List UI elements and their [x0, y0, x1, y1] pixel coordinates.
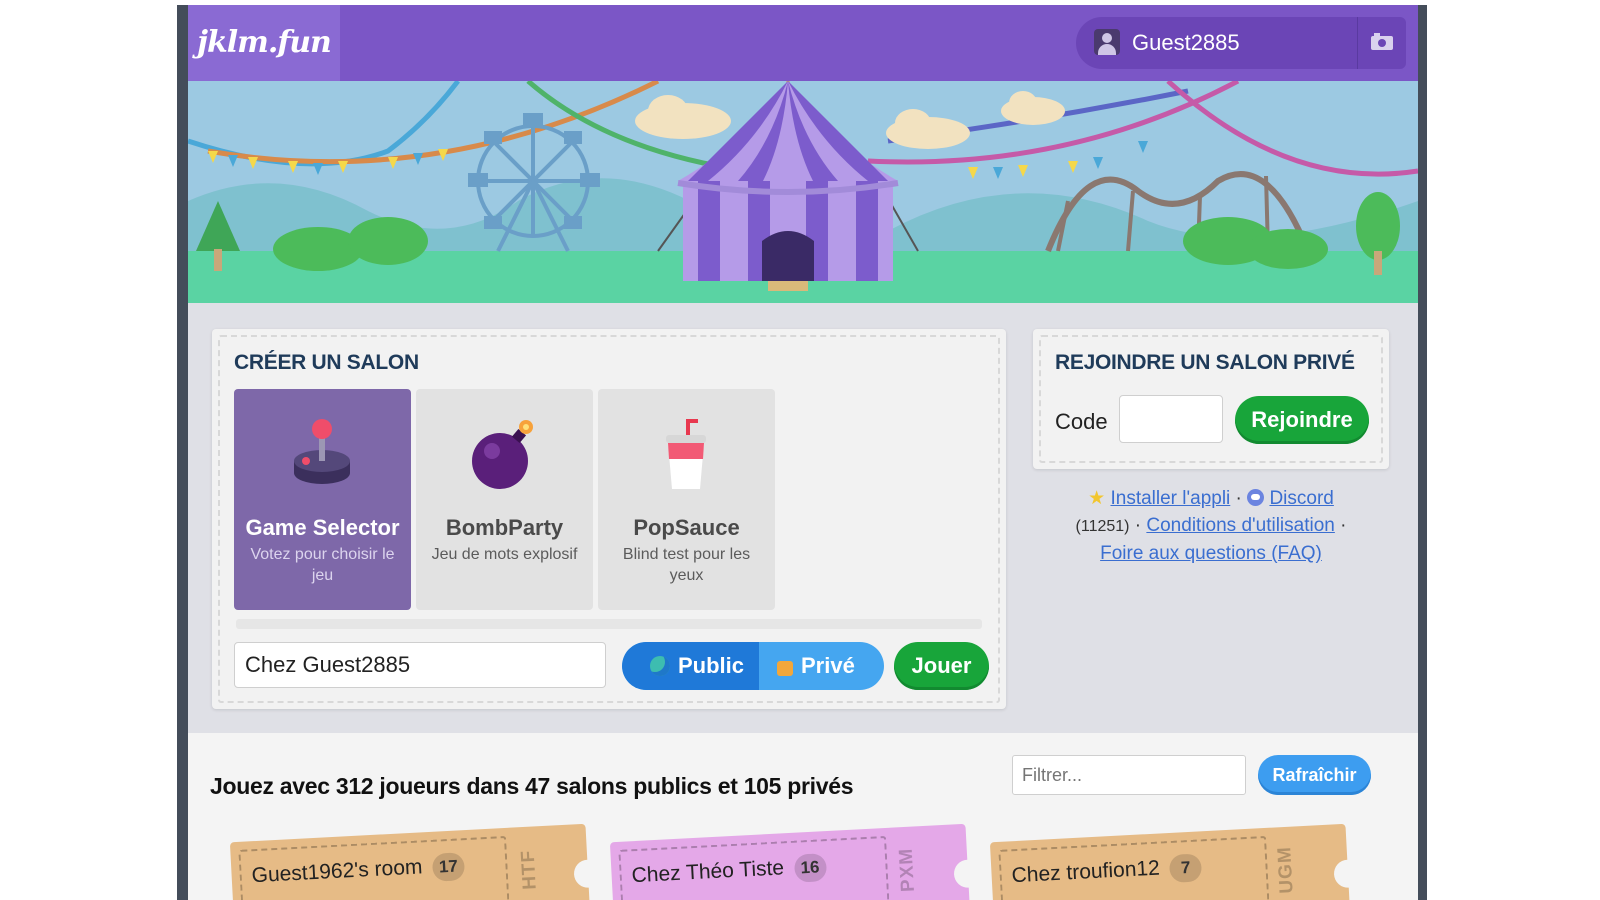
star-icon: ★ — [1088, 488, 1106, 509]
public-rooms-section: Jouez avec 312 joueurs dans 47 salons pu… — [188, 733, 1418, 900]
game-description: Jeu de mots explosif — [431, 546, 578, 563]
game-card-game-selector[interactable]: Game Selector Votez pour choisir le jeu — [234, 389, 411, 610]
room-code-input[interactable] — [1119, 395, 1223, 443]
room-name-input[interactable] — [234, 642, 606, 688]
room-name: Chez troufion12 — [1011, 856, 1161, 888]
room-ticket[interactable]: Chez troufion12 7 UGM — [989, 823, 1363, 900]
game-list-scrollbar[interactable] — [236, 619, 982, 629]
room-code: PXM — [895, 847, 919, 893]
install-app-link[interactable]: Installer l'appli — [1110, 488, 1230, 509]
lock-icon — [777, 661, 793, 676]
game-card-popsauce[interactable]: PopSauce Blind test pour les yeux — [598, 389, 775, 610]
username-label: Guest2885 — [1132, 30, 1240, 55]
game-name: Game Selector — [245, 515, 400, 540]
join-button[interactable]: Rejoindre — [1235, 396, 1369, 444]
bomb-icon — [472, 420, 533, 489]
player-count-badge: 16 — [793, 853, 827, 883]
joystick-icon — [294, 419, 350, 484]
site-logo[interactable]: jklm.fun — [188, 5, 340, 81]
camera-icon — [1371, 33, 1393, 50]
play-button[interactable]: Jouer — [894, 642, 989, 690]
refresh-button[interactable]: Rafraîchir — [1258, 755, 1371, 795]
visibility-toggle[interactable]: Public Privé — [622, 642, 884, 690]
faq-link[interactable]: Foire aux questions (FAQ) — [1100, 543, 1322, 564]
footer-links: ★ Installer l'appli · Discord (11251) · … — [1033, 485, 1389, 567]
discord-icon — [1247, 489, 1265, 506]
soda-cup-icon — [666, 419, 706, 489]
user-profile[interactable]: Guest2885 — [1076, 17, 1406, 69]
private-option[interactable]: Privé — [759, 642, 884, 690]
room-code: UGM — [1273, 845, 1298, 895]
join-private-room-panel: REJOINDRE UN SALON PRIVÉ Code Rejoindre — [1033, 329, 1389, 469]
player-count-badge: 17 — [431, 852, 466, 882]
game-description: Votez pour choisir le jeu — [250, 546, 395, 584]
discord-link[interactable]: Discord — [1269, 488, 1333, 509]
game-name: PopSauce — [633, 515, 740, 540]
game-card-bombparty[interactable]: BombParty Jeu de mots explosif — [416, 389, 593, 610]
players-summary: Jouez avec 312 joueurs dans 47 salons pu… — [210, 773, 854, 799]
game-description: Blind test pour les yeux — [622, 546, 751, 584]
globe-icon — [650, 656, 670, 676]
player-count-badge: 7 — [1169, 853, 1203, 883]
public-option[interactable]: Public — [622, 642, 759, 690]
user-avatar-icon — [1094, 29, 1120, 55]
app-frame: jklm.fun Guest2885 CRÉER UN SALON Game S… — [177, 5, 1427, 900]
join-room-title: REJOINDRE UN SALON PRIVÉ — [1055, 351, 1355, 374]
private-label: Privé — [801, 653, 855, 678]
public-label: Public — [678, 653, 745, 678]
discord-member-count: (11251) — [1075, 518, 1130, 535]
create-room-title: CRÉER UN SALON — [234, 351, 419, 374]
code-label: Code — [1055, 409, 1108, 434]
room-code: HTF — [517, 849, 541, 891]
top-bar: jklm.fun Guest2885 — [188, 5, 1418, 81]
page: jklm.fun Guest2885 CRÉER UN SALON Game S… — [188, 5, 1418, 900]
terms-link[interactable]: Conditions d'utilisation — [1146, 515, 1334, 536]
change-avatar-button[interactable] — [1357, 17, 1406, 69]
game-name: BombParty — [445, 515, 564, 540]
filter-input[interactable] — [1012, 755, 1246, 795]
room-ticket[interactable]: Chez Théo Tiste 16 PXM — [609, 823, 983, 900]
create-room-panel: CRÉER UN SALON Game Selector Votez pour … — [212, 329, 1006, 709]
room-ticket[interactable]: Guest1962's room 17 HTF — [229, 823, 603, 900]
carnival-banner — [188, 81, 1418, 303]
